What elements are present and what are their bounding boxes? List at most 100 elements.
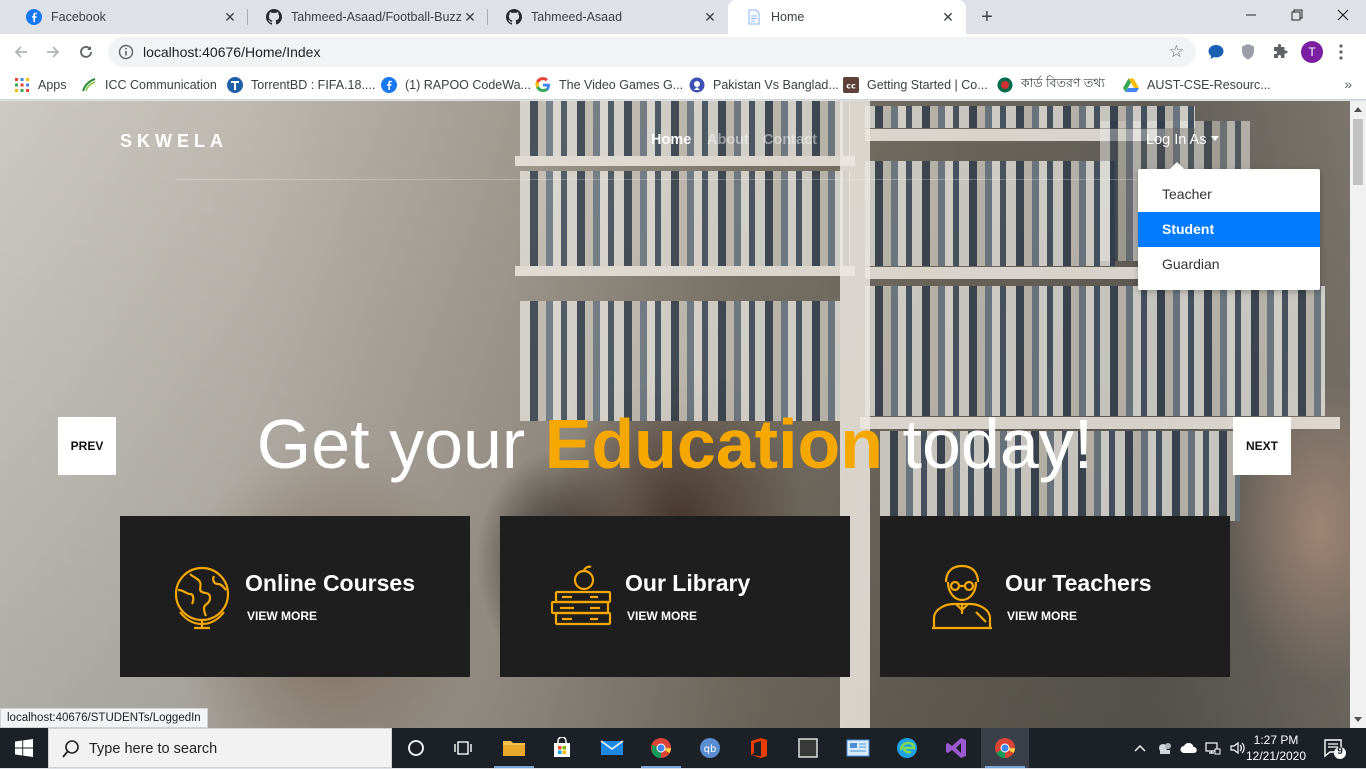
- google-drive-icon: [1123, 77, 1139, 93]
- tab-title: Tahmeed-Asaad: [531, 10, 623, 24]
- chrome-app-pinned[interactable]: [637, 728, 685, 768]
- login-option-guardian[interactable]: Guardian: [1138, 247, 1320, 282]
- close-tab-icon[interactable]: ✕: [940, 9, 956, 25]
- login-label: Log In As: [1146, 132, 1207, 148]
- carousel-prev-button[interactable]: PREV: [58, 417, 116, 475]
- login-option-teacher[interactable]: Teacher: [1138, 177, 1320, 212]
- carousel-next-button[interactable]: NEXT: [1233, 417, 1291, 475]
- feature-card-our-teachers[interactable]: Our Teachers VIEW MORE: [880, 516, 1230, 677]
- tray-app-icon[interactable]: [1154, 728, 1176, 768]
- page-scrollbar[interactable]: [1350, 101, 1366, 728]
- login-as-dropdown-toggle[interactable]: Log In As: [1146, 132, 1220, 148]
- window-app[interactable]: [784, 728, 832, 768]
- close-window-button[interactable]: [1320, 0, 1366, 30]
- close-tab-icon[interactable]: ✕: [462, 9, 478, 25]
- login-option-student[interactable]: Student: [1138, 212, 1320, 247]
- bookmark-label: The Video Games G...: [559, 78, 684, 92]
- bd-emblem-icon: [997, 77, 1013, 93]
- network-icon[interactable]: [1202, 728, 1224, 768]
- facebook-icon: [26, 9, 42, 25]
- bookmark-getting-started[interactable]: cc Getting Started | Co...: [843, 70, 988, 100]
- apps-grid-icon: [14, 77, 30, 93]
- taskbar-clock[interactable]: 1:27 PM 12/21/2020: [1244, 732, 1308, 764]
- notification-count-badge: 9: [1337, 746, 1343, 757]
- forward-button[interactable]: [40, 39, 66, 65]
- cricket-icon: [689, 77, 705, 93]
- shield-extension-icon[interactable]: [1238, 42, 1258, 62]
- tab-football-buzz[interactable]: Tahmeed-Asaad/Football-Buzz: T ✕: [248, 0, 488, 34]
- tab-home[interactable]: Home ✕: [728, 0, 966, 34]
- books-apple-icon: [550, 564, 614, 630]
- control-panel-app[interactable]: [834, 728, 882, 768]
- tray-overflow-chevron-icon[interactable]: [1130, 728, 1150, 768]
- tab-tahmeed-asaad[interactable]: Tahmeed-Asaad ✕: [488, 0, 728, 34]
- folder-icon: [503, 741, 525, 756]
- new-tab-button[interactable]: +: [976, 6, 998, 28]
- office-app[interactable]: [735, 728, 783, 768]
- task-view-button[interactable]: [440, 728, 488, 768]
- file-explorer-app[interactable]: [490, 728, 538, 768]
- nav-contact-link[interactable]: Contact: [763, 132, 817, 148]
- bookmark-video-games[interactable]: The Video Games G...: [535, 70, 683, 100]
- profile-avatar[interactable]: T: [1301, 41, 1323, 63]
- chrome-app-active[interactable]: [981, 728, 1029, 768]
- qbittorrent-app[interactable]: qb: [686, 728, 734, 768]
- action-center-button[interactable]: 9: [1322, 736, 1346, 760]
- card-title: Our Library: [625, 570, 751, 596]
- scrollbar-thumb[interactable]: [1353, 119, 1363, 185]
- store-app[interactable]: [538, 728, 586, 768]
- onedrive-cloud-icon[interactable]: [1178, 728, 1200, 768]
- visual-studio-app[interactable]: [932, 728, 980, 768]
- icc-logo-icon: [81, 77, 97, 93]
- address-bar[interactable]: localhost:40676/Home/Index ☆: [108, 37, 1196, 67]
- bookmark-icc[interactable]: ICC Communication: [81, 70, 217, 100]
- puzzle-extensions-icon[interactable]: [1270, 42, 1290, 62]
- bookmarks-bar: Apps ICC Communication TorrentBD : FIFA.…: [0, 70, 1366, 100]
- bookmark-label: Pakistan Vs Banglad...: [713, 78, 839, 92]
- site-brand-logo[interactable]: SKWELA: [120, 131, 228, 152]
- view-more-link[interactable]: VIEW MORE: [627, 609, 697, 623]
- card-title: Online Courses: [245, 570, 415, 596]
- more-menu-icon[interactable]: [1338, 42, 1344, 62]
- mail-app[interactable]: [588, 728, 636, 768]
- scroll-up-arrow-icon[interactable]: [1354, 107, 1362, 112]
- feature-card-online-courses[interactable]: Online Courses VIEW MORE: [120, 516, 470, 677]
- bookmark-torrentbd[interactable]: TorrentBD : FIFA.18....: [227, 70, 375, 100]
- card-title: Our Teachers: [1005, 570, 1152, 596]
- view-more-link[interactable]: VIEW MORE: [247, 609, 317, 623]
- chat-extension-icon[interactable]: [1206, 42, 1226, 62]
- scroll-down-arrow-icon[interactable]: [1354, 717, 1362, 722]
- nav-about-link[interactable]: About: [707, 132, 749, 148]
- taskbar-search-box[interactable]: Type here to search: [48, 728, 392, 768]
- minimize-button[interactable]: [1228, 0, 1274, 30]
- start-button[interactable]: [0, 728, 48, 768]
- cortana-button[interactable]: [392, 728, 440, 768]
- bookmark-card-distribution[interactable]: কার্ড বিতরণ তথ্য: [997, 70, 1105, 100]
- back-button[interactable]: [8, 39, 34, 65]
- bookmark-pak-vs-ban[interactable]: Pakistan Vs Banglad...: [689, 70, 839, 100]
- view-more-link[interactable]: VIEW MORE: [1007, 609, 1077, 623]
- close-tab-icon[interactable]: ✕: [222, 9, 238, 25]
- feature-card-our-library[interactable]: Our Library VIEW MORE: [500, 516, 850, 677]
- torrentbd-icon: [227, 77, 243, 93]
- task-view-icon: [454, 741, 472, 755]
- close-tab-icon[interactable]: ✕: [702, 9, 718, 25]
- info-icon[interactable]: [118, 44, 134, 60]
- web-page-viewport: SKWELA Home About Contact Log In As Teac…: [0, 101, 1350, 728]
- mail-icon: [600, 740, 624, 755]
- bookmark-star-icon[interactable]: ☆: [1169, 42, 1184, 62]
- svg-text:cc: cc: [846, 82, 856, 91]
- tab-title: Home: [771, 10, 805, 24]
- bookmark-aust-cse[interactable]: AUST-CSE-Resourc...: [1123, 70, 1271, 100]
- bookmark-apps[interactable]: Apps: [14, 70, 67, 100]
- cc-icon: cc: [843, 77, 859, 93]
- more-bookmarks-icon[interactable]: »: [1344, 76, 1352, 92]
- app-window-icon: [798, 738, 818, 758]
- tab-facebook[interactable]: Facebook ✕: [8, 0, 248, 34]
- bookmark-rapoo[interactable]: (1) RAPOO CodeWa...: [381, 70, 531, 100]
- restore-button[interactable]: [1274, 0, 1320, 30]
- edge-app[interactable]: [883, 728, 931, 768]
- tab-title: Facebook: [51, 10, 106, 24]
- reload-button[interactable]: [73, 39, 99, 65]
- nav-home-link[interactable]: Home: [651, 132, 691, 148]
